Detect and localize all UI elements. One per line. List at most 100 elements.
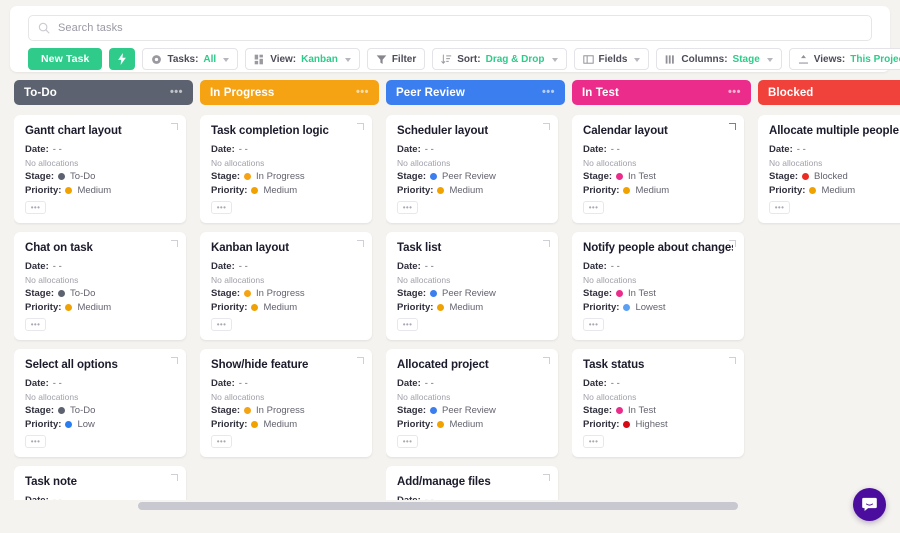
task-card-date-row: Date:- -	[769, 144, 900, 155]
expand-corner-icon[interactable]	[729, 240, 736, 247]
task-card-menu-button[interactable]: •••	[25, 201, 46, 214]
task-card-menu-button[interactable]: •••	[769, 201, 790, 214]
task-card[interactable]: Select all options Date: - - No allocations…	[14, 349, 186, 457]
task-card-menu-button[interactable]: •••	[583, 201, 604, 214]
task-card[interactable]: Allocate multiple people l Date: - - No all…	[758, 115, 900, 223]
priority-value: Medium	[449, 419, 484, 430]
column-header[interactable]: Blocked•••	[758, 80, 900, 105]
allocations-text: No allocations	[25, 158, 79, 168]
column-header[interactable]: In Test •••	[572, 80, 751, 105]
priority-value: Lowest	[635, 302, 666, 313]
task-card-priority-row: Priority: Low	[25, 419, 175, 430]
expand-corner-icon[interactable]	[171, 357, 178, 364]
task-card[interactable]: Gantt chart layout Date: - - No allocations…	[14, 115, 186, 223]
task-card-date-row: Date:- -	[583, 261, 733, 272]
task-card[interactable]: Task status Date: - - No allocations Stage: I…	[572, 349, 744, 457]
column-title: To-Do	[24, 86, 57, 99]
date-label: Date:	[25, 144, 49, 155]
task-card[interactable]: Kanban layout Date: - - No allocations Stage…	[200, 232, 372, 340]
task-card[interactable]: Task noteDate:- -No allocationsStage:To-…	[14, 466, 186, 500]
stage-value: In Progress	[256, 405, 305, 416]
expand-corner-icon[interactable]	[171, 474, 178, 481]
task-card[interactable]: Allocated project Date: - - No allocations S…	[386, 349, 558, 457]
task-card-menu-button[interactable]: •••	[583, 318, 604, 331]
column-header[interactable]: To-Do •••	[14, 80, 193, 105]
views-button[interactable]: Views: This Project - All Users	[788, 48, 900, 70]
search-input[interactable]: Search tasks	[28, 15, 872, 41]
messenger-launcher-button[interactable]	[853, 488, 886, 521]
task-card-menu-button[interactable]: •••	[397, 318, 418, 331]
stage-value: Peer Review	[442, 171, 496, 182]
task-card-menu-button[interactable]: •••	[397, 435, 418, 448]
priority-dot-icon	[251, 421, 259, 428]
date-label: Date:	[397, 261, 421, 272]
task-card-menu-button[interactable]: •••	[211, 318, 232, 331]
columns-button[interactable]: Columns: Stage	[656, 48, 782, 70]
task-card[interactable]: Notify people about changes inte Date:- -…	[572, 232, 744, 340]
task-card-menu-button[interactable]: •••	[583, 435, 604, 448]
kanban-columns: To-Do ••• Gantt chart layout Date: - - No all…	[14, 80, 900, 500]
date-value: - -	[610, 144, 620, 155]
filter-view-value: Kanban	[301, 53, 338, 65]
fields-button[interactable]: Fields	[573, 48, 650, 70]
expand-corner-icon[interactable]	[543, 123, 550, 130]
views-label: Views:	[813, 53, 846, 65]
new-task-button[interactable]: New Task	[28, 48, 103, 70]
date-label: Date:	[583, 378, 607, 389]
column-menu-button[interactable]: •••	[542, 87, 555, 98]
task-card[interactable]: Calendar layout Date: - - No allocations Sta…	[572, 115, 744, 223]
priority-label: Priority:	[397, 302, 434, 313]
filter-tasks-button[interactable]: Tasks: All	[142, 48, 239, 70]
stage-dot-icon	[802, 173, 810, 180]
expand-corner-icon[interactable]	[543, 474, 550, 481]
board-horizontal-scrollbar[interactable]	[0, 502, 900, 510]
toolbar-buttons: New Task Tasks: All View: Kanban Filter …	[28, 48, 900, 70]
task-card-priority-row: Priority: Medium	[211, 419, 361, 430]
priority-dot-icon	[623, 421, 631, 428]
column-menu-button[interactable]: •••	[170, 87, 183, 98]
expand-corner-icon[interactable]	[543, 240, 550, 247]
priority-value: Medium	[263, 302, 298, 313]
expand-corner-icon[interactable]	[171, 240, 178, 247]
quick-action-button[interactable]	[109, 48, 136, 70]
expand-corner-icon[interactable]	[729, 357, 736, 364]
expand-corner-icon[interactable]	[357, 240, 364, 247]
task-card-menu-button[interactable]: •••	[25, 318, 46, 331]
allocations-text: No allocations	[583, 275, 637, 285]
expand-corner-icon[interactable]	[729, 123, 736, 130]
task-card-menu-button[interactable]: •••	[211, 201, 232, 214]
views-value: This Project - All Users	[850, 53, 900, 65]
filter-sort-value: Drag & Drop	[485, 53, 545, 65]
column-menu-button[interactable]: •••	[356, 87, 369, 98]
task-card-title: Notify people about changes inte	[583, 242, 733, 254]
priority-value: Medium	[77, 302, 112, 313]
task-card[interactable]: Task list Date: - - No allocations Stage: Pee…	[386, 232, 558, 340]
task-card-menu-button[interactable]: •••	[211, 435, 232, 448]
task-card-date-row: Date:- -	[397, 495, 547, 500]
expand-corner-icon[interactable]	[357, 123, 364, 130]
task-card-menu-button[interactable]: •••	[397, 201, 418, 214]
priority-value: Medium	[77, 185, 112, 196]
column-header[interactable]: Peer Review •••	[386, 80, 565, 105]
filter-view-button[interactable]: View: Kanban	[245, 48, 360, 70]
column-menu-button[interactable]: •••	[728, 87, 741, 98]
stage-dot-icon	[58, 407, 66, 414]
stage-dot-icon	[616, 173, 624, 180]
priority-value: Medium	[821, 185, 856, 196]
task-card[interactable]: Scheduler layout Date: - - No allocations St…	[386, 115, 558, 223]
stage-label: Stage:	[397, 171, 427, 182]
stage-dot-icon	[244, 407, 252, 414]
filter-button[interactable]: Filter	[366, 48, 426, 70]
task-card[interactable]: Add/manage filesDate:- -No allocationsSt…	[386, 466, 558, 500]
expand-corner-icon[interactable]	[543, 357, 550, 364]
task-card[interactable]: Chat on task Date: - - No allocations Stage:…	[14, 232, 186, 340]
board-horizontal-scrollbar-thumb[interactable]	[138, 502, 738, 510]
expand-corner-icon[interactable]	[357, 357, 364, 364]
priority-label: Priority:	[25, 302, 62, 313]
expand-corner-icon[interactable]	[171, 123, 178, 130]
task-card[interactable]: Show/hide feature Date: - - No allocations S…	[200, 349, 372, 457]
task-card[interactable]: Task completion logic Date: - - No allocati…	[200, 115, 372, 223]
column-header[interactable]: In Progress •••	[200, 80, 379, 105]
filter-sort-button[interactable]: Sort: Drag & Drop	[432, 48, 567, 70]
task-card-menu-button[interactable]: •••	[25, 435, 46, 448]
